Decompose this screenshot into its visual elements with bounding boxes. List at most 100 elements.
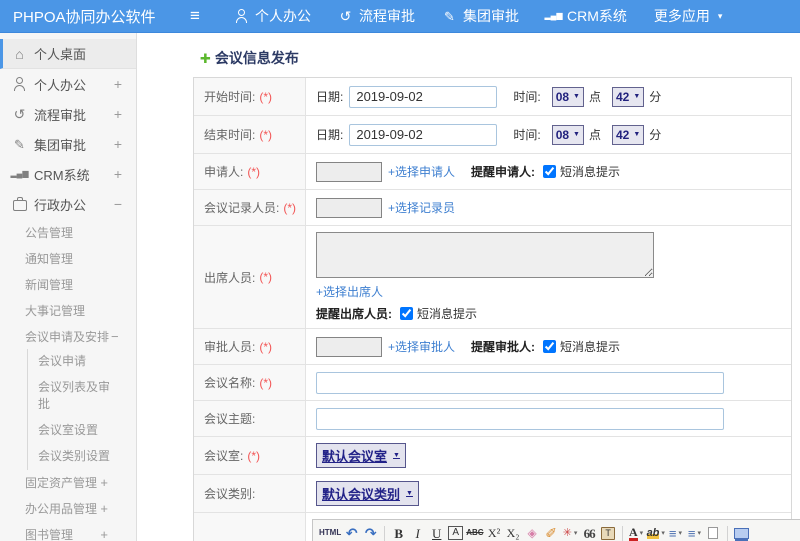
meeting-category-select[interactable]: 默认会议类别 ▼: [316, 481, 419, 506]
expand-toggle-icon[interactable]: +: [100, 475, 108, 490]
select-caret-icon: ▼: [573, 131, 580, 138]
sidebar-item-label: 固定资产管理: [25, 476, 98, 491]
select-attendees-link[interactable]: +选择出席人: [316, 283, 383, 300]
expand-toggle-icon[interactable]: +: [114, 76, 122, 92]
attendees-textarea[interactable]: [316, 232, 654, 278]
fullscreen-icon[interactable]: [733, 524, 750, 541]
blockquote-button[interactable]: 66: [581, 524, 598, 541]
chart-icon: ▂▄▆: [10, 169, 29, 178]
start-hour-select[interactable]: 08 ▼: [551, 86, 584, 107]
format-brush-icon[interactable]: ✐: [543, 524, 560, 541]
sidebar-item-meeting-room-settings[interactable]: 会议室设置: [27, 417, 136, 444]
subscript-button[interactable]: X₂: [505, 524, 522, 541]
bold-button[interactable]: B: [390, 524, 407, 541]
meeting-name-input[interactable]: [316, 371, 724, 394]
redo-icon-glyph: ↷: [364, 525, 377, 541]
select-approver-link[interactable]: +选择审批人: [388, 338, 455, 355]
strikethrough-button-glyph: ABC: [466, 528, 484, 537]
top-nav: 个人办公 ↺ 流程审批 ✎ 集团审批 ▂▄▆ CRM系统 更多应用 ▾: [234, 6, 749, 26]
meeting-room-select[interactable]: 默认会议室 ▼: [316, 443, 406, 468]
new-page-icon[interactable]: [705, 524, 722, 541]
edit-icon: ✎: [444, 8, 455, 24]
menu-toggle-icon[interactable]: ≡: [178, 6, 212, 26]
briefcase-icon: [12, 197, 27, 211]
sidebar-item-personal-office[interactable]: 个人办公 +: [0, 69, 136, 99]
expand-toggle-icon[interactable]: −: [111, 329, 119, 344]
recorder-input[interactable]: [316, 197, 382, 218]
superscript-button-glyph: X²: [487, 526, 501, 540]
expand-toggle-icon[interactable]: +: [100, 501, 108, 516]
font-box-button[interactable]: A: [447, 524, 464, 541]
sidebar-item-crm-system[interactable]: ▂▄▆ CRM系统 +: [0, 159, 136, 189]
label-text: 申请人:: [204, 165, 244, 179]
sidebar-item-office-supplies-management[interactable]: 办公用品管理 +: [0, 496, 136, 522]
end-date-input[interactable]: [349, 123, 498, 146]
end-hour-select[interactable]: 08 ▼: [551, 124, 584, 145]
superscript-button[interactable]: X²: [486, 524, 503, 541]
minute-value: 42: [616, 127, 630, 142]
nav-item-personal-office[interactable]: 个人办公: [234, 6, 311, 26]
form-row-meeting-room: 会议室: (*) 默认会议室 ▼: [194, 437, 791, 475]
sidebar-item-memorabilia-management[interactable]: 大事记管理: [0, 297, 136, 323]
undo-icon[interactable]: ↶: [343, 524, 360, 541]
sidebar-item-group-approval[interactable]: ✎ 集团审批 +: [0, 129, 136, 159]
paste-icon[interactable]: T: [600, 524, 617, 541]
sidebar-item-meeting-list-approval[interactable]: 会议列表及审批: [27, 375, 136, 418]
expand-toggle-icon[interactable]: +: [100, 527, 108, 541]
sms-checkbox[interactable]: [400, 307, 413, 320]
sidebar-item-news-management[interactable]: 新闻管理: [0, 271, 136, 297]
html-source-button[interactable]: HTML: [319, 524, 341, 541]
nav-item-label: 个人办公: [255, 8, 311, 24]
applicant-input[interactable]: [316, 161, 382, 182]
sidebar-item-notification-management[interactable]: 通知管理: [0, 245, 136, 271]
start-minute-select[interactable]: 42 ▼: [612, 86, 645, 107]
nav-item-process-approval[interactable]: ↺ 流程审批: [338, 6, 415, 26]
sidebar-item-personal-desktop[interactable]: ⌂ 个人桌面: [0, 39, 136, 69]
nav-item-more-apps[interactable]: 更多应用 ▾: [654, 6, 723, 26]
form-row-approver: 审批人员: (*) +选择审批人 提醒审批人: 短消息提示: [194, 329, 791, 365]
label-text: 会议主题:: [204, 412, 256, 426]
expand-toggle-icon[interactable]: +: [114, 136, 122, 152]
sidebar-item-meeting-category-settings[interactable]: 会议类别设置: [27, 443, 136, 470]
meeting-topic-input[interactable]: [316, 407, 724, 430]
sidebar-item-label: 会议列表及审批: [38, 380, 111, 412]
nav-item-group-approval[interactable]: ✎ 集团审批: [442, 6, 519, 26]
sidebar-item-notice-management[interactable]: 公告管理: [0, 219, 136, 245]
hour-value: 08: [555, 127, 570, 142]
italic-button[interactable]: I: [409, 524, 426, 541]
eraser-icon[interactable]: ◈: [524, 524, 541, 541]
required-mark: (*): [259, 270, 273, 284]
form-row-end-time: 结束时间: (*) 日期: 时间: 08 ▼ 点 42 ▼: [194, 116, 791, 154]
expand-toggle-icon[interactable]: −: [114, 196, 122, 212]
unordered-list-button[interactable]: ≡ ▾: [686, 524, 703, 541]
sidebar-item-fixed-assets-management[interactable]: 固定资产管理 +: [0, 470, 136, 496]
sidebar-item-library-management[interactable]: 图书管理 +: [0, 522, 136, 541]
form-row-meeting-topic: 会议主题:: [194, 401, 791, 437]
select-applicant-link[interactable]: +选择申请人: [388, 163, 455, 180]
sidebar-item-meeting-request-arrange[interactable]: 会议申请及安排 −: [0, 323, 136, 349]
select-caret-icon: ▼: [633, 131, 641, 138]
remind-attendees-label: 提醒出席人员:: [316, 307, 392, 321]
font-color-button[interactable]: A ▾: [628, 524, 645, 541]
color-palette-icon[interactable]: ✳ ▾: [562, 524, 579, 541]
sidebar-item-process-approval[interactable]: ↺ 流程审批 +: [0, 99, 136, 129]
sidebar-item-meeting-request[interactable]: 会议申请: [27, 349, 136, 375]
edit-icon: ✎: [14, 136, 25, 152]
redo-icon[interactable]: ↷: [362, 524, 379, 541]
sms-checkbox[interactable]: [543, 340, 557, 353]
underline-button[interactable]: U: [428, 524, 445, 541]
expand-toggle-icon[interactable]: +: [114, 166, 122, 182]
ordered-list-button[interactable]: ≡ ▾: [667, 524, 684, 541]
end-minute-select[interactable]: 42 ▼: [612, 124, 645, 145]
select-recorder-link[interactable]: +选择记录员: [388, 199, 455, 216]
strikethrough-button[interactable]: ABC: [466, 524, 483, 541]
select-caret-icon: ▼: [393, 452, 400, 459]
sms-checkbox[interactable]: [543, 165, 557, 178]
approver-input[interactable]: [316, 336, 382, 357]
start-date-input[interactable]: [349, 85, 498, 108]
nav-item-crm-system[interactable]: ▂▄▆ CRM系统: [545, 6, 627, 26]
highlight-button[interactable]: ab ▾: [646, 524, 665, 541]
sidebar-item-admin-office[interactable]: 行政办公 −: [0, 189, 136, 219]
bold-button-glyph: B: [394, 525, 404, 541]
expand-toggle-icon[interactable]: +: [114, 106, 122, 122]
